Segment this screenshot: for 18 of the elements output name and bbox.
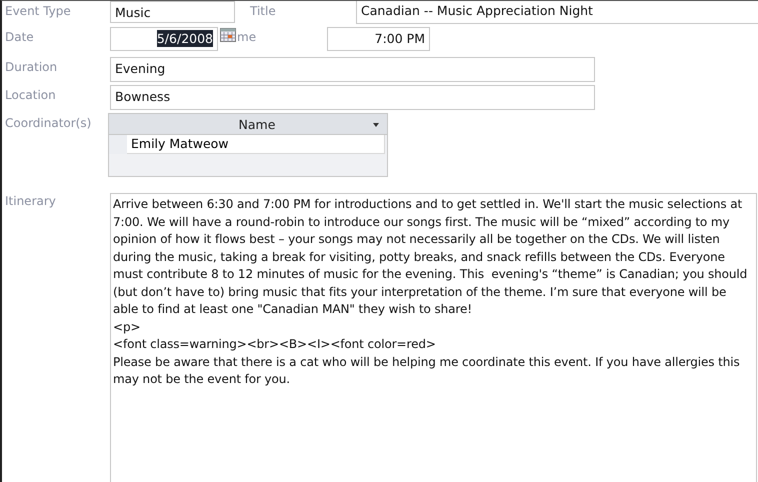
location-field[interactable]: Bowness xyxy=(110,85,595,110)
itinerary-field[interactable]: Arrive between 6:30 and 7:00 PM for introductions and to get settled in. We'll start the music selections at 7:00. We will have a round-robin to introduce our songs first. The music will be “mixed” according to my opinion of how it flows best – your songs may not necessarily all be together on the CDs. We will listen during the music, taking a break for visiting, potty breaks, and snack refills between the CDs. Everyone must contribute 8 to 12 minutes of music for the evening. This evening's “theme” is Canadian; you should (but don’t have to) bring music that fits your interpretation of the theme. I’m sure that everyone will be able to find at least one "Canadian MAN" they wish to share! <p> <font class=warning><br><B><I><font color=red> Please be aware that there is a cat who will be helping me coordinate this event. If you have allergies this may not be the event for you. xyxy=(110,193,757,482)
date-field[interactable]: 5/6/2008 xyxy=(110,27,218,51)
field-label: Date xyxy=(4,29,35,44)
time-field[interactable]: 7:00 PM xyxy=(327,27,430,51)
field-label: Itinerary xyxy=(4,193,57,208)
duration-field[interactable]: Evening xyxy=(110,57,595,82)
title-field[interactable]: Canadian -- Music Appreciation Night xyxy=(356,1,758,24)
table-cell[interactable]: Emily Matweow xyxy=(127,135,385,154)
calendar-icon[interactable] xyxy=(220,28,236,42)
event-type-field[interactable]: Music xyxy=(110,1,235,23)
field-label: Title xyxy=(249,3,277,18)
field-label: Location xyxy=(4,87,57,102)
field-label: Event Type xyxy=(4,3,72,18)
field-label: Duration xyxy=(4,59,58,74)
dropdown-icon[interactable] xyxy=(373,123,379,127)
field-label: me xyxy=(236,29,258,44)
field-label: Coordinator(s) xyxy=(4,115,92,130)
